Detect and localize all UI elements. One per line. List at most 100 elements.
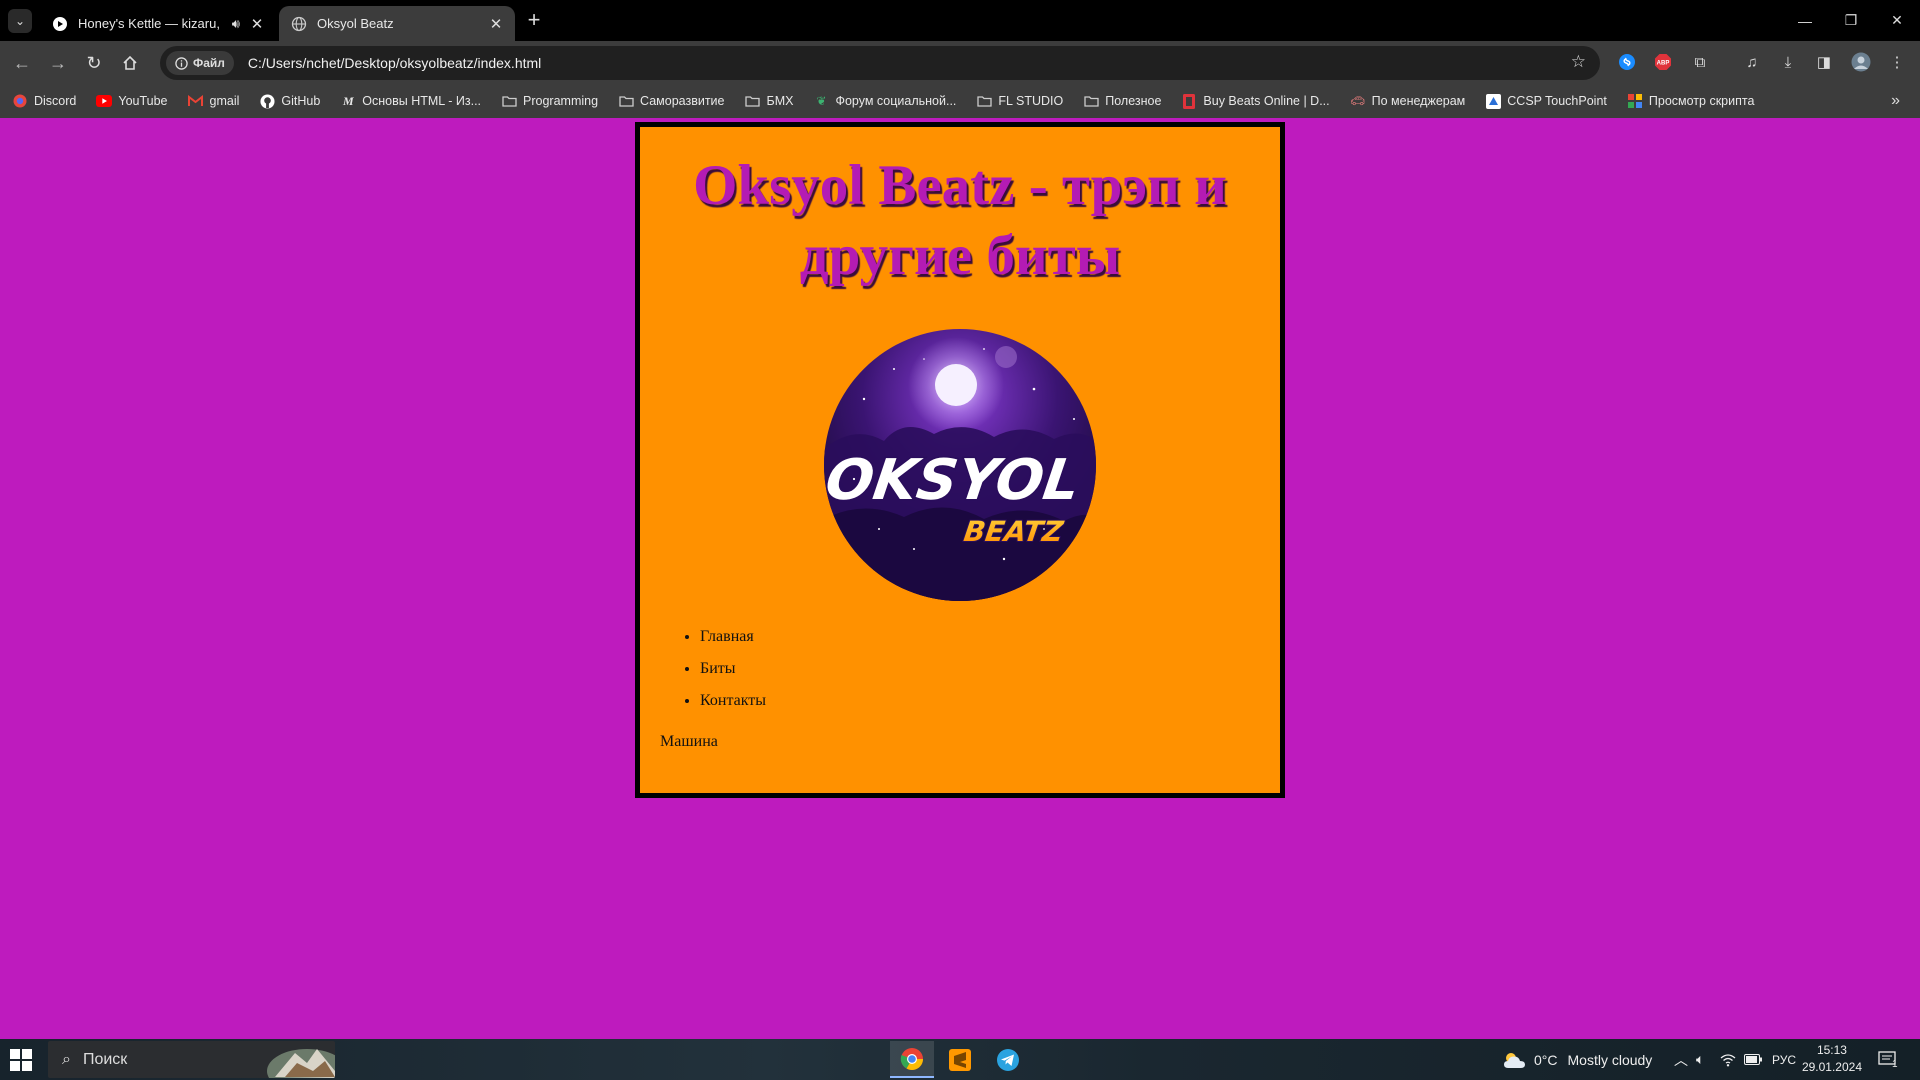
bookmark-github[interactable]: GitHub [259,93,320,109]
forward-button[interactable]: → [44,49,72,77]
beatstars-icon [1181,93,1197,109]
new-tab-button[interactable]: + [521,8,547,34]
taskbar-sublime-text[interactable] [938,1041,982,1078]
discord-icon [12,93,28,109]
extensions-button[interactable]: ⧉ [1688,50,1712,74]
side-panel-icon: ◨ [1816,54,1832,71]
scheme-label: Файл [193,56,225,70]
home-button[interactable] [116,49,144,77]
reload-icon: ↻ [86,52,102,73]
folder-icon [745,93,761,109]
bookmark-folder-programming[interactable]: Programming [501,93,598,109]
folder-icon [976,93,992,109]
page-viewport: Oksyol Beatz - трэп и другие биты OKSYOL… [0,118,1920,1039]
wifi-icon [1720,1053,1736,1066]
bookmark-managers[interactable]: 🚗︎ По менеджерам [1350,93,1466,109]
weather-description: Mostly cloudy [1567,1051,1653,1068]
language-indicator[interactable]: РУС [1772,1039,1796,1080]
tab-oksyol-beatz[interactable]: Oksyol Beatz ✕ [279,6,515,41]
taskbar-search[interactable]: ⌕ Поиск [48,1041,335,1078]
home-icon [123,55,137,70]
battery-button[interactable] [1744,1039,1762,1080]
page-icon: M [342,93,354,108]
address-bar[interactable]: Файл C:/Users/nchet/Desktop/oksyolbeatz/… [160,46,1600,80]
bookmark-script-view[interactable]: Просмотр скрипта [1627,93,1755,109]
restore-button[interactable]: ❐ [1828,0,1874,41]
side-panel-button[interactable]: ◨ [1812,50,1836,74]
taskbar-chrome[interactable] [890,1041,934,1078]
bookmark-folder-fl-studio[interactable]: FL STUDIO [976,93,1063,109]
nav-item-beats[interactable]: Биты [700,653,1280,685]
touchpoint-icon [1485,93,1501,109]
song-title: Машина [660,733,718,750]
close-icon[interactable]: ✕ [248,15,266,33]
bookmark-label: Просмотр скрипта [1648,94,1755,108]
close-icon[interactable]: ✕ [487,15,505,33]
puzzle-icon: ⧉ [1694,53,1706,71]
arrow-left-icon: ← [13,52,31,73]
gmail-icon [188,93,204,109]
weather-widget[interactable]: 0°C Mostly cloudy [1502,1039,1652,1080]
downloads-button[interactable]: ⤓ [1776,50,1800,74]
start-button[interactable] [10,1049,32,1071]
chrome-icon [900,1047,923,1070]
notifications-button[interactable]: 1 [1878,1039,1898,1080]
nav-item-contacts[interactable]: Контакты [700,685,1280,717]
tab-youtube[interactable]: Honey's Kettle — kizaru, Ho 🔊︎ ✕ [40,6,276,41]
site-info-chip[interactable]: Файл [166,51,234,75]
bookmark-label: Основы HTML - Из... [362,94,482,108]
bookmark-folder-self-development[interactable]: Саморазвитие [618,93,725,109]
bookmark-youtube[interactable]: YouTube [96,93,168,109]
bookmark-buy-beats[interactable]: Buy Beats Online | D... [1181,93,1330,109]
nav-item-home[interactable]: Главная [700,621,1280,653]
clock-date: 29.01.2024 [1801,1060,1862,1074]
bookmark-label: Форум социальной... [835,94,957,108]
bookmark-ccsp-touchpoint[interactable]: CCSP TouchPoint [1485,93,1607,109]
shazam-extension-button[interactable] [1615,50,1639,74]
profile-button[interactable] [1849,50,1873,74]
bookmark-folder-bmx[interactable]: БМХ [745,93,794,109]
back-button[interactable]: ← [8,49,36,77]
network-button[interactable] [1720,1039,1736,1080]
adblock-icon: ABP [1655,54,1671,70]
search-icon: ⌕ [62,1050,71,1068]
bookmark-social-forum[interactable]: ❦ Форум социальной... [813,93,956,109]
windows-logo-icon [10,1049,32,1071]
weather-temp: 0°C [1534,1051,1558,1068]
browser-toolbar: ← → ↻ Файл C:/Users/nchet/Desktop/oksyol… [0,41,1920,84]
bookmark-html-basics[interactable]: M Основы HTML - Из... [340,93,481,109]
bookmark-label: БМХ [766,94,794,108]
tab-search-button[interactable]: ⌄ [8,9,32,33]
notification-count: 1 [1892,1059,1898,1070]
media-controls-button[interactable]: ♫ [1740,50,1764,74]
bookmark-gmail[interactable]: gmail [188,93,239,109]
bookmark-star-icon[interactable]: ☆ [1571,52,1586,72]
tab-bar: ⌄ Honey's Kettle — kizaru, Ho 🔊︎ ✕ Oksyo… [0,0,1920,41]
close-icon: ✕ [1891,12,1903,28]
more-bookmarks-button[interactable]: » [1891,92,1900,110]
clock[interactable]: 15:13 29.01.2024 [1802,1042,1862,1076]
tab-title: Oksyol Beatz [317,16,394,31]
bookmark-discord[interactable]: Discord [12,93,76,109]
close-window-button[interactable]: ✕ [1874,0,1920,41]
browser-menu-button[interactable]: ⋮ [1885,50,1909,74]
adblock-extension-button[interactable]: ABP [1651,50,1675,74]
speaker-icon[interactable]: 🔊︎ [232,16,240,32]
leaf-icon: ❦ [816,94,827,108]
tab-title: Honey's Kettle — kizaru, Ho [78,16,224,31]
volume-button[interactable]: 🔈︎ [1696,1039,1704,1080]
reload-button[interactable]: ↻ [80,49,108,77]
bookmark-folder-useful[interactable]: Полезное [1083,93,1161,109]
taskbar-telegram[interactable] [986,1041,1030,1078]
bookmark-label: Саморазвитие [640,94,725,108]
shazam-icon [1619,54,1635,70]
bookmark-label: Полезное [1105,94,1162,108]
minimize-button[interactable]: — [1782,0,1828,41]
search-placeholder: Поиск [82,1050,128,1068]
url-text[interactable]: C:/Users/nchet/Desktop/oksyolbeatz/index… [248,55,541,71]
chevron-down-icon: ⌄ [14,14,26,28]
bookmark-label: CCSP TouchPoint [1507,94,1607,108]
arrow-right-icon: → [49,52,67,73]
tray-overflow-button[interactable]: ︿ [1674,1039,1688,1080]
bookmark-label: По менеджерам [1371,94,1466,108]
